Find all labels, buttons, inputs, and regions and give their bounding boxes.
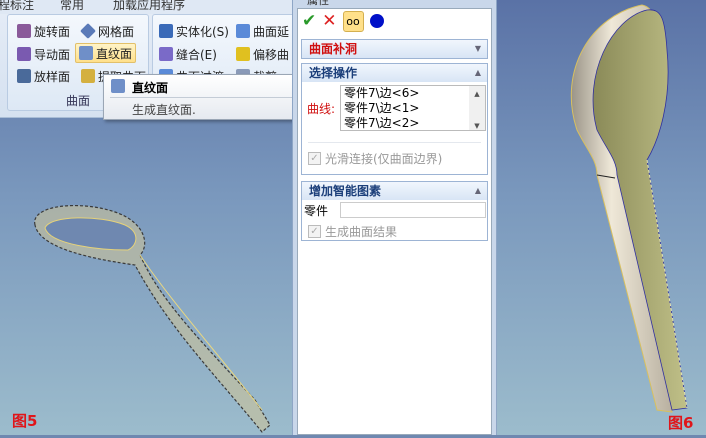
extend-surface-icon [236, 24, 250, 38]
tab-annotation[interactable]: 程标注 [0, 0, 34, 13]
tab-common[interactable]: 常用 [60, 0, 84, 13]
loft-surface-icon [17, 69, 31, 83]
list-item[interactable]: 零件7\边<6> [344, 86, 485, 101]
section-fill-hole[interactable]: 曲面补洞 ▼ [301, 39, 488, 59]
checkmark-icon: ✓ [308, 152, 321, 165]
tooltip-title: 直纹面 [132, 81, 169, 95]
list-scrollbar[interactable]: ▲ ▼ [469, 86, 485, 130]
part-input[interactable] [340, 202, 486, 218]
preview-glasses-icon[interactable]: oo [342, 10, 364, 32]
collapse-arrow-icon[interactable]: ▲ [475, 182, 481, 200]
stitch-button[interactable]: 缝合(E) [156, 44, 220, 64]
solidify-button[interactable]: 实体化(S) [156, 21, 232, 41]
tooltip-divider [110, 97, 296, 98]
extract-surface-icon [81, 69, 95, 83]
part-label: 零件 [304, 204, 329, 218]
divider [308, 142, 481, 143]
property-panel: 属性 ✔ ✕ oo 曲面补洞 ▼ 选择操作 ▲ 曲线: 零件7\边<6> 零件7\边… [292, 0, 497, 435]
tooltip: 直纹面 生成直纹面. [103, 74, 303, 120]
revolve-surface-icon [17, 24, 31, 38]
loft-surface-button[interactable]: 放样面 [14, 66, 73, 86]
sweep-surface-button[interactable]: 导动面 [14, 44, 73, 64]
viewport-right[interactable]: 图6 [497, 0, 706, 435]
list-item[interactable]: 零件7\边<2> [344, 116, 485, 131]
panel-title: 属性 [307, 0, 329, 7]
section-smart-element: 增加智能图素 ▲ 零件 ✓ 生成曲面结果 [301, 181, 488, 241]
curve-list[interactable]: 零件7\边<6> 零件7\边<1> 零件7\边<2> ▲ ▼ [340, 85, 486, 131]
generate-surface-checkbox[interactable]: ✓ 生成曲面结果 [308, 223, 397, 240]
revolve-surface-button[interactable]: 旋转面 [14, 21, 73, 41]
solidify-icon [159, 24, 173, 38]
checkmark-icon: ✓ [308, 225, 321, 238]
section-select-operation: 选择操作 ▲ 曲线: 零件7\边<6> 零件7\边<1> 零件7\边<2> ▲ ▼ … [301, 63, 488, 175]
tab-addins[interactable]: 加载应用程序 [113, 0, 185, 13]
ruled-surface-icon [111, 79, 125, 93]
figure-label-left: 图5 [12, 412, 38, 430]
tooltip-description: 生成直纹面. [132, 103, 196, 117]
expand-arrow-icon[interactable]: ▼ [475, 40, 481, 58]
ruled-surface-button[interactable]: 直纹面 [75, 43, 137, 63]
mesh-surface-icon [80, 23, 96, 39]
confirm-check-icon[interactable]: ✔ [302, 11, 316, 31]
stitch-icon [159, 47, 173, 61]
blue-dot-icon[interactable] [369, 14, 384, 28]
panel-toolbar: ✔ ✕ oo [298, 9, 491, 33]
sweep-surface-icon [17, 47, 31, 61]
collapse-arrow-icon[interactable]: ▲ [475, 64, 481, 82]
extend-surface-button[interactable]: 曲面延 [233, 21, 292, 41]
mesh-surface-button[interactable]: 网格面 [78, 21, 137, 41]
spoon-model-right [570, 4, 688, 413]
cancel-x-icon[interactable]: ✕ [322, 11, 336, 31]
smooth-connect-checkbox[interactable]: ✓ 光滑连接(仅曲面边界) [308, 150, 442, 167]
ribbon-tabs: 程标注 常用 加载应用程序 [0, 0, 292, 14]
offset-surface-icon [236, 47, 250, 61]
curve-label: 曲线: [307, 102, 336, 116]
list-item[interactable]: 零件7\边<1> [344, 101, 485, 116]
ruled-surface-icon [79, 46, 93, 60]
figure-label-right: 图6 [668, 414, 694, 432]
offset-surface-button[interactable]: 偏移曲 [233, 44, 292, 64]
